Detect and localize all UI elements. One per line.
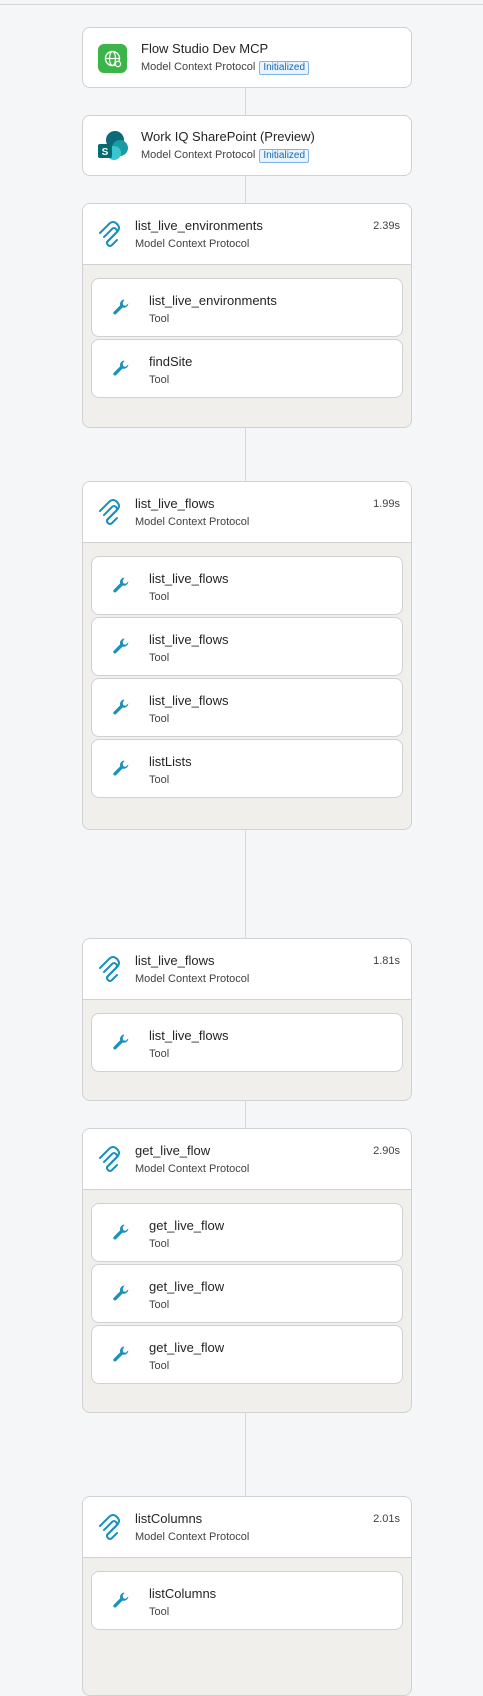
wrench-icon: [112, 1345, 130, 1368]
top-divider: [0, 4, 483, 5]
tool-item[interactable]: listLists Tool: [91, 739, 403, 798]
connector-line: [245, 1413, 246, 1496]
connector-line: [245, 176, 246, 203]
group-header[interactable]: get_live_flow Model Context Protocol 2.90s: [83, 1129, 411, 1190]
connector-line: [245, 830, 246, 938]
tool-name: list_live_flows: [149, 571, 229, 586]
wrench-icon: [112, 298, 130, 321]
mcp-server-card[interactable]: Flow Studio Dev MCP Model Context Protoc…: [82, 27, 412, 88]
server-name: Flow Studio Dev MCP: [141, 41, 269, 56]
group-title: list_live_environments: [135, 218, 263, 233]
group-duration: 2.01s: [373, 1513, 400, 1525]
group-protocol: Model Context Protocol: [135, 1163, 250, 1175]
group-title: listColumns: [135, 1511, 203, 1526]
tool-call-group[interactable]: listColumns Model Context Protocol 2.01s li…: [82, 1496, 412, 1696]
wrench-icon: [112, 759, 130, 782]
tool-item[interactable]: get_live_flow Tool: [91, 1203, 403, 1262]
tool-type: Tool: [149, 1360, 170, 1372]
tool-name: findSite: [149, 354, 193, 369]
tool-call-group[interactable]: list_live_flows Model Context Protocol 1.9…: [82, 481, 412, 830]
connector-line: [245, 1101, 246, 1128]
mcp-server-card[interactable]: S Work IQ SharePoint (Preview) Model Con…: [82, 115, 412, 176]
tool-call-group[interactable]: list_live_environments Model Context Prot…: [82, 203, 412, 428]
tool-name: get_live_flow: [149, 1279, 225, 1294]
wrench-icon: [112, 1591, 130, 1614]
server-name: Work IQ SharePoint (Preview): [141, 129, 315, 144]
group-title: list_live_flows: [135, 953, 215, 968]
server-protocol: Model Context Protocol Initialized: [141, 149, 310, 163]
tool-item[interactable]: findSite Tool: [91, 339, 403, 398]
tool-type: Tool: [149, 1048, 170, 1060]
sharepoint-icon: S: [96, 129, 130, 168]
group-header[interactable]: listColumns Model Context Protocol 2.01s: [83, 1497, 411, 1558]
tool-item[interactable]: list_live_environments Tool: [91, 278, 403, 337]
tool-item[interactable]: get_live_flow Tool: [91, 1264, 403, 1323]
group-duration: 1.99s: [373, 498, 400, 510]
group-protocol: Model Context Protocol: [135, 238, 250, 250]
mcp-icon: [95, 954, 123, 989]
connector-line: [245, 88, 246, 115]
wrench-icon: [112, 698, 130, 721]
wrench-icon: [112, 637, 130, 660]
tool-item[interactable]: list_live_flows Tool: [91, 617, 403, 676]
tool-type: Tool: [149, 713, 170, 725]
tool-type: Tool: [149, 1238, 170, 1250]
tool-name: listLists: [149, 754, 192, 769]
group-header[interactable]: list_live_flows Model Context Protocol 1.8…: [83, 939, 411, 1000]
tool-call-group[interactable]: get_live_flow Model Context Protocol 2.90s…: [82, 1128, 412, 1413]
tool-item[interactable]: list_live_flows Tool: [91, 678, 403, 737]
tool-type: Tool: [149, 374, 170, 386]
group-header[interactable]: list_live_flows Model Context Protocol 1.9…: [83, 482, 411, 543]
tool-name: list_live_environments: [149, 293, 277, 308]
mcp-icon: [95, 1144, 123, 1179]
tool-name: list_live_flows: [149, 693, 229, 708]
wrench-icon: [112, 1284, 130, 1307]
mcp-icon: [95, 219, 123, 254]
tool-name: get_live_flow: [149, 1218, 225, 1233]
tool-item[interactable]: list_live_flows Tool: [91, 1013, 403, 1072]
tool-type: Tool: [149, 1299, 170, 1311]
group-header[interactable]: list_live_environments Model Context Prot…: [83, 204, 411, 265]
group-duration: 1.81s: [373, 955, 400, 967]
status-badge: Initialized: [259, 61, 310, 75]
tool-type: Tool: [149, 774, 170, 786]
group-duration: 2.90s: [373, 1145, 400, 1157]
globe-icon: [98, 44, 127, 78]
status-badge: Initialized: [259, 149, 310, 163]
tool-name: list_live_flows: [149, 632, 229, 647]
wrench-icon: [112, 1033, 130, 1056]
tool-type: Tool: [149, 313, 170, 325]
group-protocol: Model Context Protocol: [135, 973, 250, 985]
tool-call-group[interactable]: list_live_flows Model Context Protocol 1.8…: [82, 938, 412, 1101]
wrench-icon: [112, 359, 130, 382]
tool-name: get_live_flow: [149, 1340, 225, 1355]
mcp-icon: [95, 497, 123, 532]
wrench-icon: [112, 576, 130, 599]
tool-type: Tool: [149, 1606, 170, 1618]
protocol-label: Model Context Protocol: [141, 61, 256, 73]
wrench-icon: [112, 1223, 130, 1246]
svg-text:S: S: [102, 147, 109, 158]
mcp-icon: [95, 1512, 123, 1547]
group-protocol: Model Context Protocol: [135, 1531, 250, 1543]
group-title: get_live_flow: [135, 1143, 211, 1158]
server-protocol: Model Context Protocol Initialized: [141, 61, 310, 75]
tool-type: Tool: [149, 591, 170, 603]
tool-name: list_live_flows: [149, 1028, 229, 1043]
tool-item[interactable]: list_live_flows Tool: [91, 556, 403, 615]
group-duration: 2.39s: [373, 220, 400, 232]
tool-item[interactable]: listColumns Tool: [91, 1571, 403, 1630]
connector-line: [245, 428, 246, 483]
group-protocol: Model Context Protocol: [135, 516, 250, 528]
tool-type: Tool: [149, 652, 170, 664]
protocol-label: Model Context Protocol: [141, 149, 256, 161]
tool-item[interactable]: get_live_flow Tool: [91, 1325, 403, 1384]
group-title: list_live_flows: [135, 496, 215, 511]
